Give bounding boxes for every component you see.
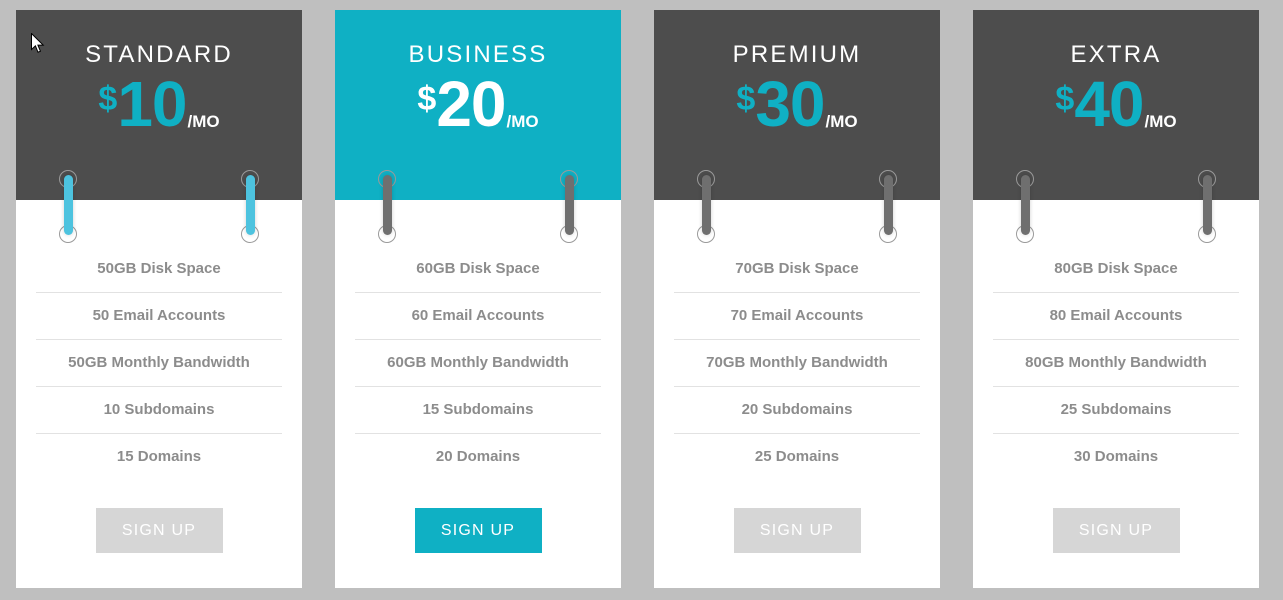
feature-item: 50 Email Accounts [36, 293, 282, 340]
feature-list: 50GB Disk Space 50 Email Accounts 50GB Mon… [16, 200, 302, 480]
price-currency: $ [417, 80, 437, 118]
feature-item: 30 Domains [1073, 448, 1159, 465]
plan-card-premium: PREMIUM $30/MO 70GB Disk Space 70 Email Acc… [654, 10, 940, 588]
price-amount: 30 [755, 68, 825, 140]
feature-item: 80GB Monthly Bandwidth [993, 340, 1239, 387]
price-period: /MO [506, 111, 539, 131]
plan-title: STANDARD [85, 41, 233, 68]
plan-price: $20/MO [335, 68, 621, 140]
feature-item: 60 Email Accounts [355, 293, 601, 340]
feature-item: 60GB Disk Space [355, 246, 601, 293]
price-amount: 20 [436, 68, 506, 140]
price-amount: 10 [117, 68, 187, 140]
plan-card-extra: EXTRA $40/MO 80GB Disk Space 80 Email Accou… [973, 10, 1259, 588]
pricing-table: STANDARD $10/MO 50GB Disk Space 50 Email Ac… [16, 10, 1267, 588]
price-currency: $ [98, 80, 118, 118]
plan-price: $30/MO [654, 68, 940, 140]
feature-item: 15 Domains [116, 448, 202, 465]
feature-item: 10 Subdomains [36, 387, 282, 434]
feature-item: 20 Subdomains [674, 387, 920, 434]
plan-title: EXTRA [1070, 41, 1162, 68]
plan-title: PREMIUM [732, 41, 862, 68]
feature-item: 25 Subdomains [993, 387, 1239, 434]
feature-item: 15 Subdomains [355, 387, 601, 434]
feature-list: 60GB Disk Space 60 Email Accounts 60GB Mon… [335, 200, 621, 480]
price-period: /MO [825, 111, 858, 131]
price-period: /MO [187, 111, 220, 131]
plan-title: BUSINESS [408, 41, 548, 68]
signup-button-extra[interactable]: SIGN UP [1052, 508, 1180, 553]
plan-card-standard: STANDARD $10/MO 50GB Disk Space 50 Email Ac… [16, 10, 302, 588]
feature-item: 80 Email Accounts [993, 293, 1239, 340]
feature-list: 80GB Disk Space 80 Email Accounts 80GB Mon… [973, 200, 1259, 480]
plan-header: STANDARD $10/MO [16, 10, 302, 200]
plan-header: BUSINESS $20/MO [335, 10, 621, 200]
feature-item: 50GB Disk Space [36, 246, 282, 293]
plan-price: $10/MO [16, 68, 302, 140]
plan-card-business: BUSINESS $20/MO 60GB Disk Space 60 Email Ac… [335, 10, 621, 588]
price-currency: $ [736, 80, 756, 118]
price-currency: $ [1055, 80, 1075, 118]
signup-button-standard[interactable]: SIGN UP [95, 508, 223, 553]
feature-item: 60GB Monthly Bandwidth [355, 340, 601, 387]
feature-item: 70GB Disk Space [674, 246, 920, 293]
feature-item: 50GB Monthly Bandwidth [36, 340, 282, 387]
plan-header: EXTRA $40/MO [973, 10, 1259, 200]
signup-button-premium[interactable]: SIGN UP [733, 508, 861, 553]
signup-button-business[interactable]: SIGN UP [414, 508, 542, 553]
plan-header: PREMIUM $30/MO [654, 10, 940, 200]
feature-item: 70 Email Accounts [674, 293, 920, 340]
plan-price: $40/MO [973, 68, 1259, 140]
feature-item: 25 Domains [754, 448, 840, 465]
signup-wrap: SIGN UP [16, 508, 302, 553]
feature-item: 70GB Monthly Bandwidth [674, 340, 920, 387]
feature-list: 70GB Disk Space 70 Email Accounts 70GB Mon… [654, 200, 940, 480]
feature-item: 80GB Disk Space [993, 246, 1239, 293]
signup-wrap: SIGN UP [335, 508, 621, 553]
signup-wrap: SIGN UP [973, 508, 1259, 553]
feature-item: 20 Domains [435, 448, 521, 465]
price-period: /MO [1144, 111, 1177, 131]
price-amount: 40 [1074, 68, 1144, 140]
signup-wrap: SIGN UP [654, 508, 940, 553]
